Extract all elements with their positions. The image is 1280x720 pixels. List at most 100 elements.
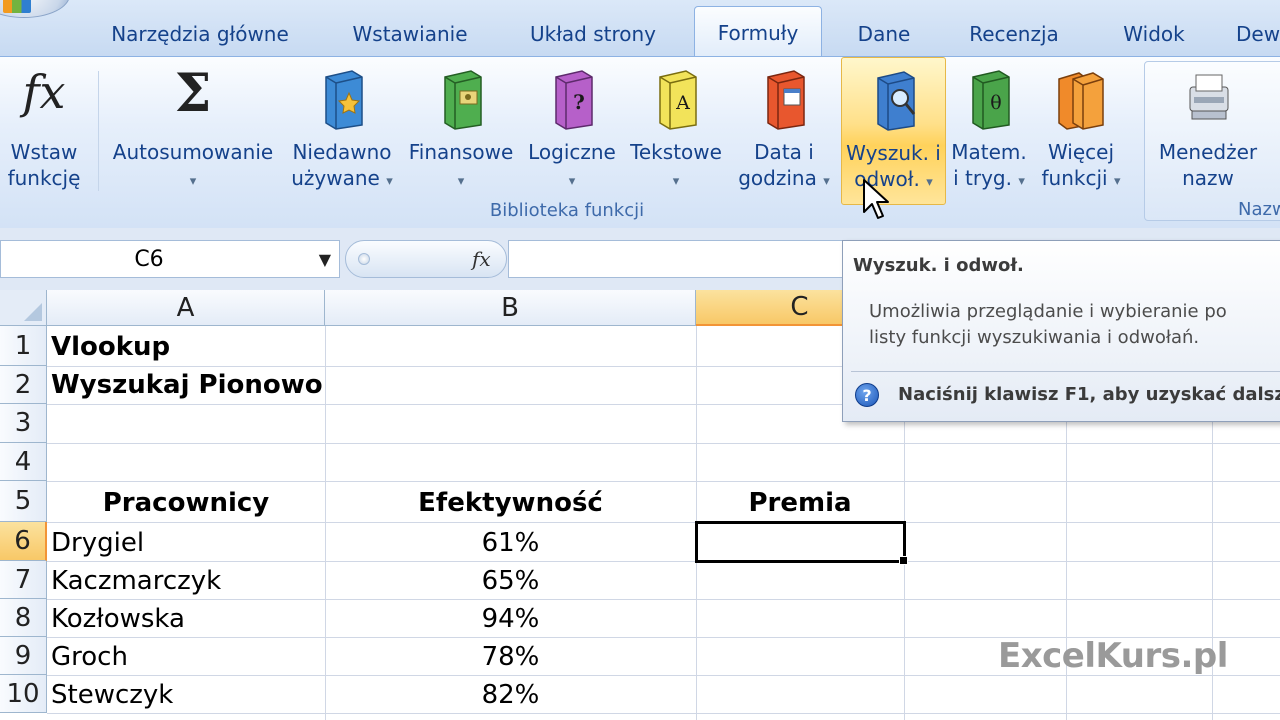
function-library-group-label: Biblioteka funkcji <box>489 200 645 221</box>
mouse-cursor-icon <box>863 179 889 219</box>
logical-button[interactable]: ? Logiczne ▾ <box>522 57 622 205</box>
autosum-dropdown-icon: ▾ <box>189 174 197 189</box>
cell-a10[interactable]: Stewczyk <box>51 676 173 714</box>
cell-b10[interactable]: 82% <box>325 676 696 714</box>
name-manager-label-1: Menedżer <box>1158 140 1258 164</box>
cell-b5[interactable]: Efektywność <box>325 484 696 522</box>
chevron-down-icon: ▾ <box>823 174 830 189</box>
tooltip-help-text: Naciśnij klawisz F1, aby uzyskać dalsz <box>898 384 1280 405</box>
insert-function-fx-icon[interactable]: fx <box>472 247 491 271</box>
book-star-icon <box>325 70 363 130</box>
tab-formuly[interactable]: Formuły <box>694 6 822 58</box>
cell-a8[interactable]: Kozłowska <box>51 600 185 638</box>
row-header-4[interactable]: 4 <box>0 443 47 481</box>
cell-a2[interactable]: Wyszukaj Pionowo <box>51 366 323 404</box>
insert-function-button[interactable]: fx Wstaw funkcję <box>0 57 88 205</box>
cell-a1[interactable]: Vlookup <box>51 328 170 366</box>
recently-used-label-2: używane <box>291 166 380 190</box>
tab-recenzja[interactable]: Recenzja <box>955 12 1073 56</box>
recently-used-label-1: Niedawno <box>292 140 392 164</box>
math-trig-label-2: i tryg. <box>953 166 1012 190</box>
cell-a9[interactable]: Groch <box>51 638 128 676</box>
insert-function-label-1: Wstaw <box>10 140 78 164</box>
text-functions-dropdown-icon: ▾ <box>672 174 680 189</box>
book-calendar-icon <box>767 70 805 130</box>
office-button[interactable] <box>0 0 70 18</box>
book-theta-icon: θ <box>972 70 1010 130</box>
name-manager-icon <box>1189 74 1229 120</box>
chevron-down-icon[interactable]: ▼ <box>319 250 331 269</box>
financial-label: Finansowe <box>408 140 514 164</box>
name-manager-button[interactable]: Menedżer nazw <box>1150 57 1266 205</box>
help-icon: ? <box>855 383 879 407</box>
svg-text:?: ? <box>573 90 585 114</box>
cell-b8[interactable]: 94% <box>325 600 696 638</box>
math-trig-label-1: Matem. <box>951 140 1027 164</box>
fx-icon: fx <box>22 65 66 119</box>
gridline <box>47 522 1280 523</box>
cell-a5[interactable]: Pracownicy <box>47 484 325 522</box>
chevron-down-icon: ▾ <box>926 175 933 190</box>
select-all-button[interactable] <box>0 290 47 326</box>
math-trig-button[interactable]: θ Matem. i tryg. ▾ <box>948 57 1030 205</box>
financial-button[interactable]: Finansowe ▾ <box>404 57 518 205</box>
tab-uklad-strony[interactable]: Układ strony <box>512 12 674 56</box>
cell-c5[interactable]: Premia <box>696 484 904 522</box>
books-icon <box>1058 72 1104 130</box>
cell-b6[interactable]: 61% <box>325 524 696 562</box>
formula-bar-resize-handle[interactable] <box>358 253 370 265</box>
date-time-label-2: godzina <box>738 166 817 190</box>
more-functions-button[interactable]: Więcej funkcji ▾ <box>1032 57 1130 205</box>
row-header-5[interactable]: 5 <box>0 481 47 522</box>
insert-function-label-2: funkcję <box>7 166 81 190</box>
row-header-2[interactable]: 2 <box>0 366 47 404</box>
row-header-6[interactable]: 6 <box>0 522 47 561</box>
tab-widok[interactable]: Widok <box>1105 12 1203 56</box>
text-functions-button[interactable]: A Tekstowe ▾ <box>624 57 728 205</box>
chevron-down-icon: ▾ <box>1113 174 1121 189</box>
lookup-reference-label-1: Wyszuk. i <box>846 141 941 165</box>
gridline <box>47 443 1280 444</box>
lookup-reference-button[interactable]: Wyszuk. i odwoł. ▾ <box>841 57 946 205</box>
tooltip-description-line-1: Umożliwia przeglądanie i wybieranie po <box>869 301 1227 322</box>
row-header-9[interactable]: 9 <box>0 637 47 675</box>
defined-names-group-label: Nazw <box>1238 199 1280 220</box>
tab-narzedzia-glowne[interactable]: Narzędzia główne <box>95 12 305 56</box>
cell-b9[interactable]: 78% <box>325 638 696 676</box>
cell-a6[interactable]: Drygiel <box>51 524 144 562</box>
name-box[interactable]: C6 ▼ <box>0 240 340 278</box>
financial-dropdown-icon: ▾ <box>457 174 465 189</box>
formula-bar-controls: fx <box>345 240 507 278</box>
column-header-b[interactable]: B <box>325 290 696 326</box>
svg-text:θ: θ <box>990 92 1001 114</box>
cell-b7[interactable]: 65% <box>325 562 696 600</box>
row-header-8[interactable]: 8 <box>0 599 47 637</box>
tab-deweloper[interactable]: Dew <box>1236 12 1280 56</box>
cell-a7[interactable]: Kaczmarczyk <box>51 562 221 600</box>
recently-used-button[interactable]: Niedawno używane ▾ <box>284 57 400 205</box>
row-header-3[interactable]: 3 <box>0 404 47 443</box>
name-box-value: C6 <box>134 247 164 272</box>
ribbon-separator <box>98 71 99 191</box>
row-header-1[interactable]: 1 <box>0 326 47 366</box>
office-logo-icon <box>3 0 31 13</box>
date-time-button[interactable]: Data i godzina ▾ <box>732 57 836 205</box>
autosum-button[interactable]: Σ Autosumowanie ▾ <box>106 57 280 205</box>
sigma-icon: Σ <box>174 63 212 124</box>
tab-dane[interactable]: Dane <box>845 12 923 56</box>
ribbon-tab-bar: Narzędzia główne Wstawianie Układ strony… <box>0 0 1280 58</box>
name-manager-label-2: nazw <box>1182 166 1234 190</box>
active-cell-c6[interactable] <box>695 521 906 563</box>
more-functions-label-2: funkcji <box>1041 166 1108 190</box>
row-header-7[interactable]: 7 <box>0 561 47 599</box>
tab-wstawianie[interactable]: Wstawianie <box>330 12 490 56</box>
chevron-down-icon: ▾ <box>386 174 393 189</box>
autosum-label: Autosumowanie <box>112 140 274 164</box>
column-header-a[interactable]: A <box>47 290 325 326</box>
watermark-logo: ExcelKurs.pl <box>998 636 1228 676</box>
row-header-10[interactable]: 10 <box>0 675 47 713</box>
text-functions-label: Tekstowe <box>630 140 722 164</box>
book-text-icon: A <box>659 70 697 130</box>
fill-handle[interactable] <box>899 556 908 565</box>
book-question-icon: ? <box>555 70 593 130</box>
